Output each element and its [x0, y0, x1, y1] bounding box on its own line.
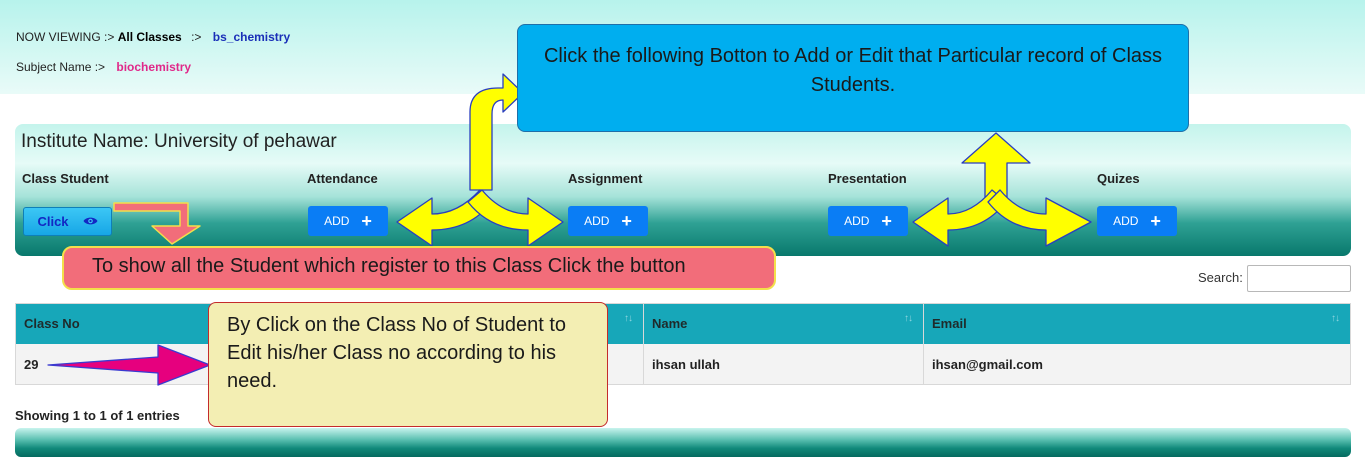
add-quizes-label: ADD: [1113, 214, 1139, 228]
show-class-students-button[interactable]: Click: [23, 207, 112, 236]
plus-icon: +: [881, 211, 892, 231]
plus-icon: +: [621, 211, 632, 231]
now-viewing-label: NOW VIEWING :>: [16, 30, 115, 44]
column-attendance: Attendance: [307, 171, 378, 186]
callout-edit-class-no: By Click on the Class No of Student to E…: [208, 302, 608, 427]
sort-icon[interactable]: ↑↓: [904, 313, 913, 324]
add-attendance-label: ADD: [324, 214, 350, 228]
header-email[interactable]: Email: [924, 304, 1350, 344]
column-divider: [923, 304, 924, 384]
column-class-student: Class Student: [22, 171, 109, 186]
column-presentation: Presentation: [828, 171, 907, 186]
callout-add-edit: Click the following Botton to Add or Edi…: [517, 24, 1189, 132]
subject-name-line: Subject Name :> biochemistry: [16, 60, 191, 74]
click-button-label: Click: [37, 214, 69, 229]
eye-icon: [83, 214, 98, 229]
institute-name: Institute Name: University of pehawar: [21, 131, 337, 152]
breadcrumb-separator: :>: [191, 30, 202, 44]
entries-info: Showing 1 to 1 of 1 entries: [15, 408, 180, 423]
add-attendance-button[interactable]: ADD +: [308, 206, 388, 236]
breadcrumb: NOW VIEWING :> All Classes :> bs_chemist…: [16, 30, 290, 44]
header-name[interactable]: Name: [644, 304, 923, 344]
footer-bar: [15, 428, 1351, 457]
add-assignment-label: ADD: [584, 214, 610, 228]
column-divider: [643, 304, 644, 384]
callout-show-students: To show all the Student which register t…: [62, 246, 776, 290]
breadcrumb-class-name[interactable]: bs_chemistry: [213, 30, 290, 44]
add-presentation-button[interactable]: ADD +: [828, 206, 908, 236]
cell-name: ihsan ullah: [652, 357, 720, 372]
cell-email: ihsan@gmail.com: [932, 357, 1043, 372]
subject-name-value: biochemistry: [116, 60, 192, 74]
column-quizes: Quizes: [1097, 171, 1140, 186]
search-input[interactable]: [1247, 265, 1351, 292]
plus-icon: +: [1150, 211, 1161, 231]
search-label: Search:: [1198, 270, 1243, 285]
add-presentation-label: ADD: [844, 214, 870, 228]
add-quizes-button[interactable]: ADD +: [1097, 206, 1177, 236]
subject-name-label: Subject Name :>: [16, 60, 106, 74]
sort-icon[interactable]: ↑↓: [624, 313, 633, 324]
plus-icon: +: [361, 211, 372, 231]
breadcrumb-all-classes[interactable]: All Classes: [118, 30, 182, 44]
column-assignment: Assignment: [568, 171, 643, 186]
sort-icon[interactable]: ↑↓: [1331, 313, 1340, 324]
add-assignment-button[interactable]: ADD +: [568, 206, 648, 236]
